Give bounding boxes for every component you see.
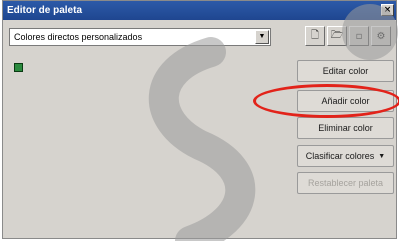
close-button[interactable]: × (381, 4, 394, 16)
edit-color-button[interactable]: Editar color (297, 60, 394, 82)
palette-select[interactable]: Colores directos personalizados ▼ (9, 28, 271, 46)
color-swatch[interactable] (14, 63, 23, 72)
window-title: Editor de paleta (7, 5, 83, 16)
reset-palette-button: Restablecer paleta (297, 172, 394, 194)
palette-toolbar: 🗋 🗁 ▫ ⚙ (305, 26, 395, 48)
sort-colors-label: Clasificar colores (305, 151, 375, 161)
new-palette-icon[interactable]: 🗋 (305, 26, 325, 46)
delete-color-button[interactable]: Eliminar color (297, 117, 394, 139)
sort-colors-button[interactable]: Clasificar colores ▼ (297, 145, 394, 167)
add-color-button[interactable]: Añadir color (297, 90, 394, 112)
chevron-down-icon: ▼ (378, 152, 386, 160)
title-bar: Editor de paleta × (3, 1, 396, 20)
palette-select-value: Colores directos personalizados (14, 32, 143, 42)
palette-options-icon[interactable]: ⚙ (371, 26, 391, 46)
save-palette-icon[interactable]: ▫ (349, 26, 369, 46)
open-palette-icon[interactable]: 🗁 (327, 26, 347, 46)
chevron-down-icon[interactable]: ▼ (255, 30, 269, 44)
palette-editor-window: Editor de paleta × Colores directos pers… (2, 0, 397, 239)
